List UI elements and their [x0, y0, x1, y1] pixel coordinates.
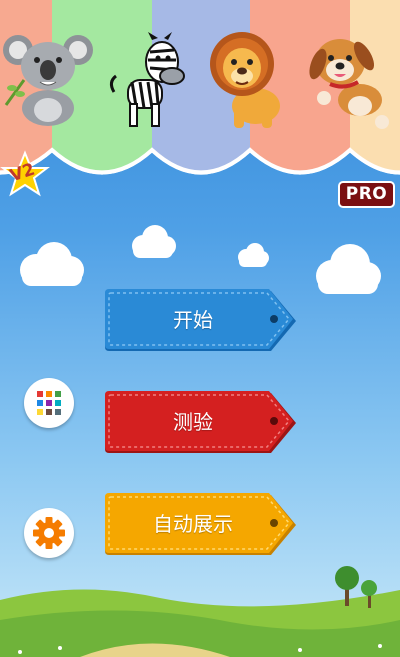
quiz-label: 测验: [173, 410, 213, 434]
pro-button[interactable]: PRO: [338, 181, 395, 208]
quiz-button[interactable]: 测验: [103, 391, 298, 457]
puppy-icon: [309, 39, 389, 129]
zebra-icon: [109, 32, 185, 127]
hills-scenery: [0, 566, 400, 657]
grid-icon: [37, 391, 61, 415]
cloud-icon: [238, 243, 269, 267]
koala-icon: [3, 35, 93, 126]
settings-button[interactable]: [24, 508, 74, 558]
cloud-icon: [132, 225, 176, 258]
start-button[interactable]: 开始: [103, 289, 298, 355]
start-label: 开始: [173, 308, 213, 332]
category-grid-button[interactable]: [24, 378, 74, 428]
main-menu-screen: V2 PRO 开始 测验 自动展示: [0, 0, 400, 657]
cloud-icon: [20, 242, 84, 286]
cloud-icon: [316, 244, 381, 294]
lion-icon: [210, 32, 280, 128]
autoplay-label: 自动展示: [153, 512, 233, 536]
gear-icon: [33, 517, 65, 549]
autoplay-button[interactable]: 自动展示: [103, 493, 298, 559]
